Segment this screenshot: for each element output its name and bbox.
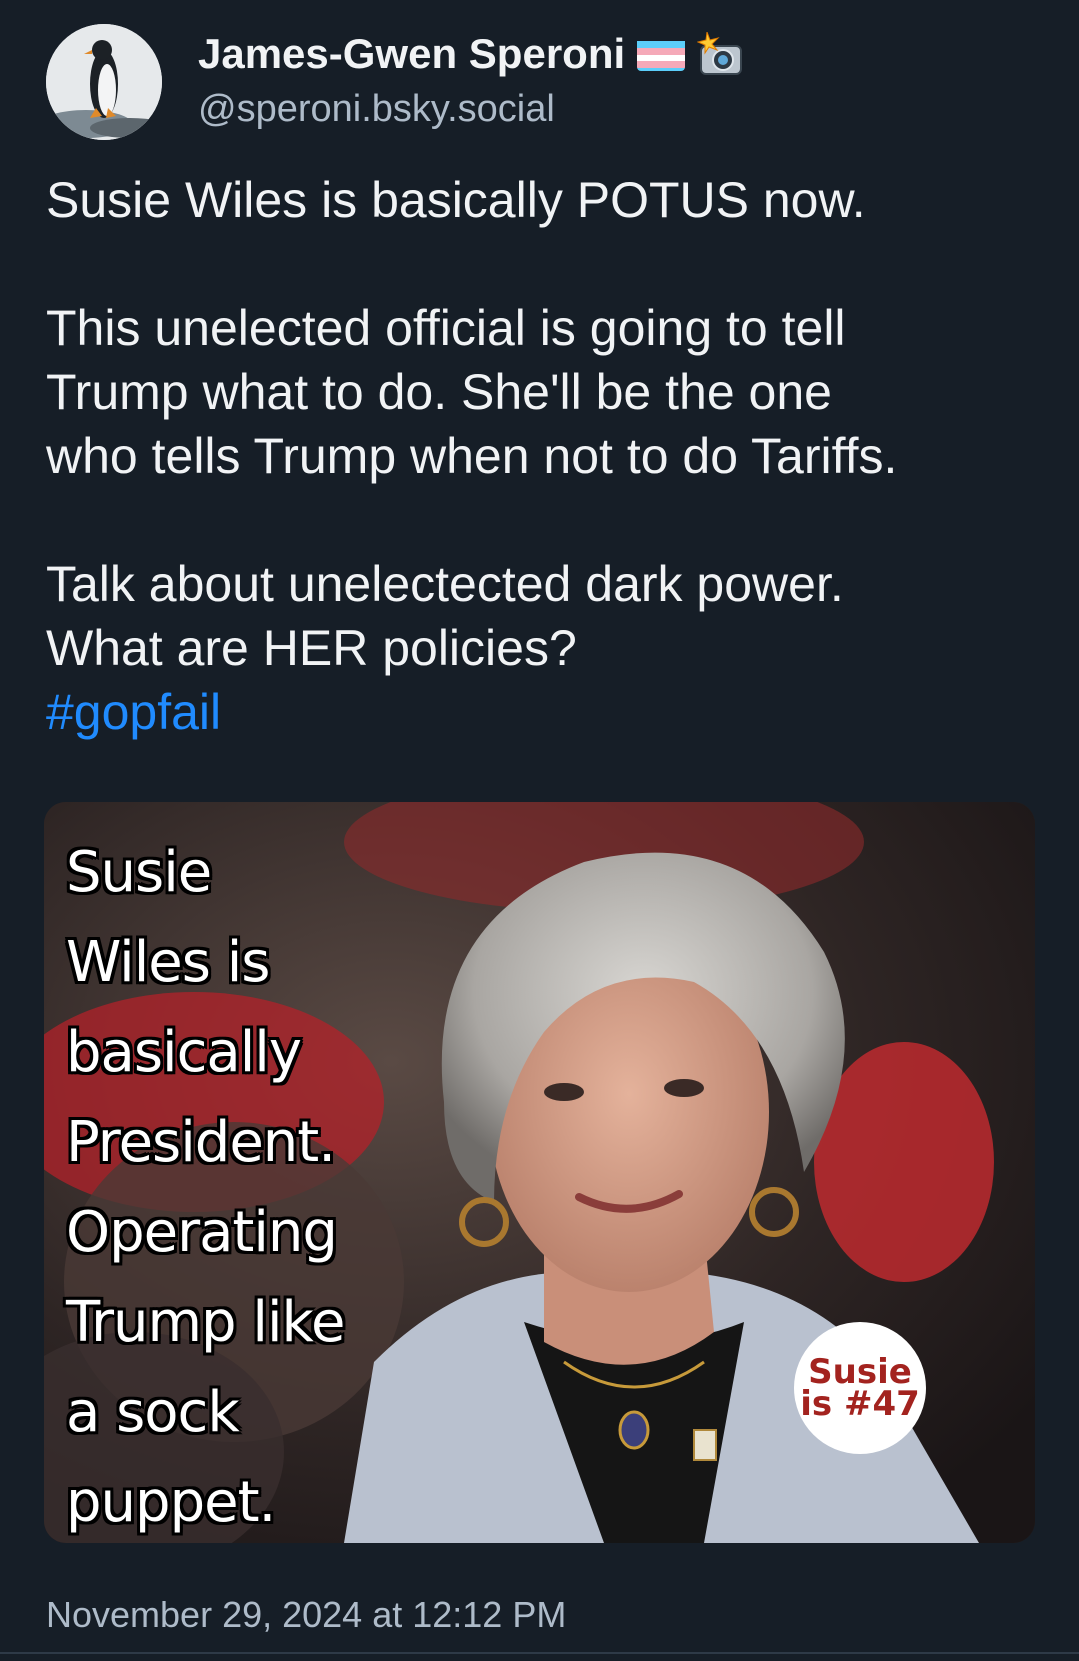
post-line: who tells Trump when not to do Tariffs.: [46, 428, 898, 484]
meme-caption-line: Operating: [66, 1200, 338, 1265]
meme-caption-line: basically: [66, 1020, 302, 1085]
meme-caption-line: Susie: [66, 840, 212, 905]
post-card: James-Gwen Speroni @speroni.bsky.social …: [0, 0, 1079, 1661]
post-header: James-Gwen Speroni @speroni.bsky.social: [46, 24, 1036, 144]
post-timestamp[interactable]: November 29, 2024 at 12:12 PM: [46, 1594, 566, 1636]
post-line: Trump what to do. She'll be the one: [46, 364, 832, 420]
meme-caption-line: Trump like: [66, 1290, 345, 1355]
susie-47-badge: Susie is #47: [794, 1322, 926, 1454]
divider: [0, 1652, 1079, 1654]
post-paragraph: Susie Wiles is basically POTUS now.: [46, 172, 866, 228]
hashtag-link[interactable]: #gopfail: [46, 684, 221, 740]
post-body: Susie Wiles is basically POTUS now. This…: [46, 168, 1046, 744]
post-line: Talk about unelectected dark power.: [46, 556, 844, 612]
author-handle[interactable]: @speroni.bsky.social: [198, 88, 555, 131]
avatar[interactable]: [46, 24, 162, 140]
meme-caption: Susie Wiles is basically President. Oper…: [66, 828, 446, 1543]
badge-line: is #47: [800, 1384, 920, 1424]
display-name[interactable]: James-Gwen Speroni: [198, 30, 745, 78]
post-image[interactable]: Susie Wiles is basically President. Oper…: [44, 802, 1035, 1543]
meme-caption-line: a sock: [66, 1380, 240, 1445]
meme-caption-line: President.: [66, 1110, 336, 1175]
display-name-text[interactable]: James-Gwen Speroni: [198, 30, 625, 78]
transgender-flag-icon: [637, 37, 686, 71]
meme-caption-line: puppet.: [66, 1470, 276, 1535]
post-line: This unelected official is going to tell: [46, 300, 846, 356]
post-line: What are HER policies?: [46, 620, 577, 676]
penguin-icon: [46, 24, 162, 140]
camera-flash-icon: [696, 31, 745, 76]
meme-caption-line: Wiles is: [66, 930, 270, 995]
